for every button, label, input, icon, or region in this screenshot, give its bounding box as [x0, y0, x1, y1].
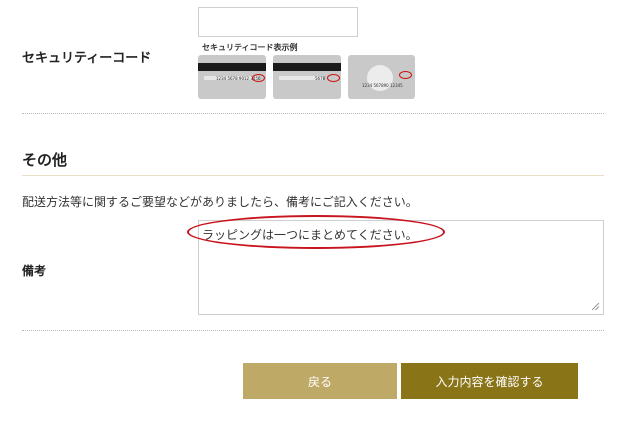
section-divider — [22, 330, 604, 331]
confirm-input-button[interactable]: 入力内容を確認する — [401, 363, 578, 399]
annotation-ellipse — [187, 215, 445, 249]
security-code-example-card-3: 1234 567890 12345 — [348, 55, 415, 99]
code-highlight-circle — [327, 74, 340, 82]
remarks-label: 備考 — [22, 264, 47, 278]
remarks-instruction: 配送方法等に関するご要望などがありましたら、備考にご記入ください。 — [22, 195, 418, 209]
section-divider — [22, 113, 604, 114]
code-highlight-circle — [399, 71, 412, 79]
resize-grip-icon[interactable] — [592, 303, 599, 310]
card-number-text: 5678 — [315, 76, 326, 81]
security-code-example-card-2: 5678 — [273, 55, 341, 99]
card-number-text: 1234 567890 12345 — [362, 83, 403, 88]
other-section-heading: その他 — [22, 151, 68, 169]
security-code-label: セキュリティーコード — [22, 51, 152, 66]
back-button[interactable]: 戻る — [243, 363, 397, 399]
security-code-example-card-1: 1234 5678 9012 3456 — [198, 55, 266, 99]
heading-underline — [22, 175, 604, 176]
code-highlight-circle — [252, 74, 265, 82]
magnetic-stripe — [273, 63, 341, 71]
security-code-example-label: セキュリティコード表示例 — [202, 43, 298, 52]
security-code-input[interactable] — [198, 7, 358, 37]
magnetic-stripe — [198, 63, 266, 71]
